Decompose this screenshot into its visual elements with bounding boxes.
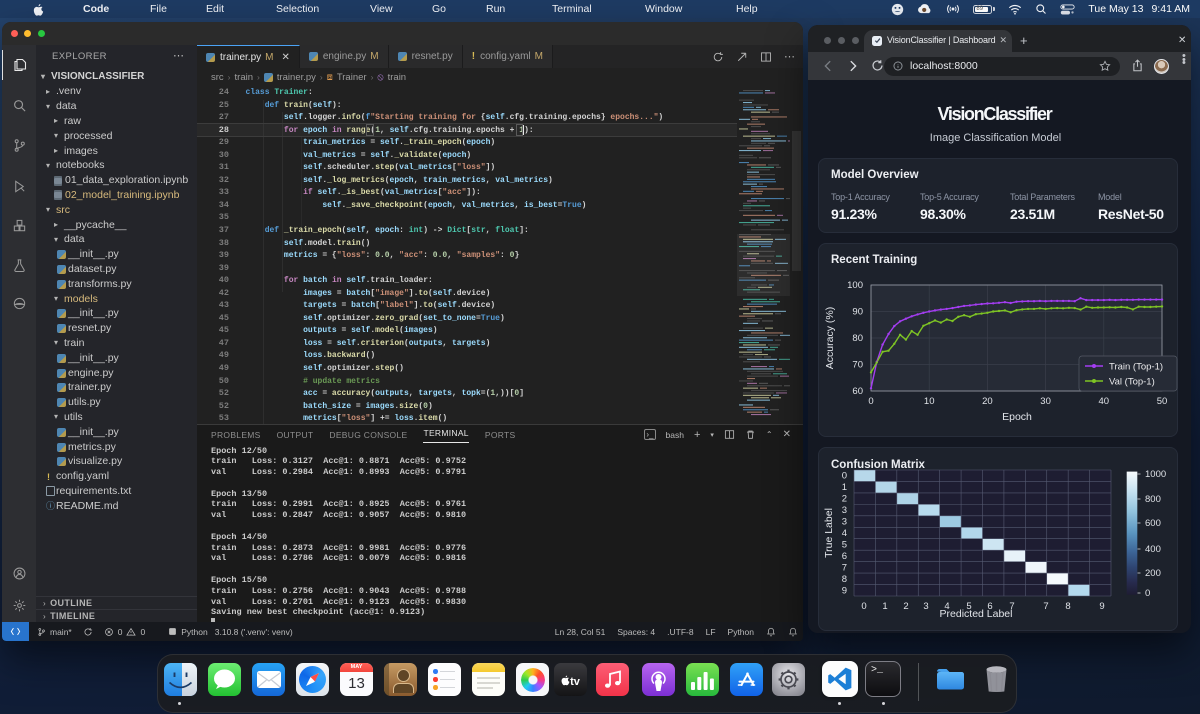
svg-text:2: 2 [903, 601, 908, 612]
svg-text:2: 2 [842, 494, 847, 505]
svg-text:3: 3 [842, 517, 847, 528]
svg-text:3: 3 [842, 505, 847, 516]
svg-text:7: 7 [1043, 601, 1048, 612]
svg-text:70: 70 [852, 360, 863, 371]
svg-text:600: 600 [1145, 518, 1161, 529]
svg-text:Val (Top-1): Val (Top-1) [1109, 377, 1155, 388]
svg-text:Epoch: Epoch [1002, 411, 1032, 423]
svg-text:0: 0 [1145, 588, 1150, 599]
svg-text:1000: 1000 [1145, 469, 1166, 480]
svg-text:50: 50 [1157, 396, 1168, 407]
svg-text:90: 90 [852, 307, 863, 318]
svg-text:True Label: True Label [823, 508, 835, 558]
svg-text:8: 8 [1065, 601, 1070, 612]
svg-text:7: 7 [842, 562, 847, 573]
svg-text:8: 8 [842, 574, 847, 585]
svg-text:6: 6 [842, 551, 847, 562]
svg-text:1: 1 [882, 601, 887, 612]
svg-text:10: 10 [924, 396, 935, 407]
svg-text:Accuracy (%): Accuracy (%) [824, 307, 836, 369]
svg-text:200: 200 [1145, 568, 1161, 579]
svg-text:400: 400 [1145, 544, 1161, 555]
svg-text:20: 20 [982, 396, 993, 407]
svg-text:5: 5 [842, 540, 847, 551]
svg-text:9: 9 [842, 585, 847, 596]
svg-text:Predicted Label: Predicted Label [940, 608, 1013, 620]
svg-text:1: 1 [842, 482, 847, 493]
svg-text:9: 9 [1099, 601, 1104, 612]
svg-text:40: 40 [1099, 396, 1110, 407]
svg-text:0: 0 [861, 601, 866, 612]
svg-text:0: 0 [842, 471, 847, 482]
svg-text:4: 4 [842, 528, 847, 539]
svg-text:800: 800 [1145, 494, 1161, 505]
svg-text:80: 80 [852, 333, 863, 344]
svg-text:Train (Top-1): Train (Top-1) [1109, 362, 1163, 373]
svg-text:30: 30 [1040, 396, 1051, 407]
svg-text:100: 100 [847, 280, 863, 291]
svg-text:3: 3 [923, 601, 928, 612]
svg-text:0: 0 [868, 396, 873, 407]
svg-text:60: 60 [852, 386, 863, 397]
